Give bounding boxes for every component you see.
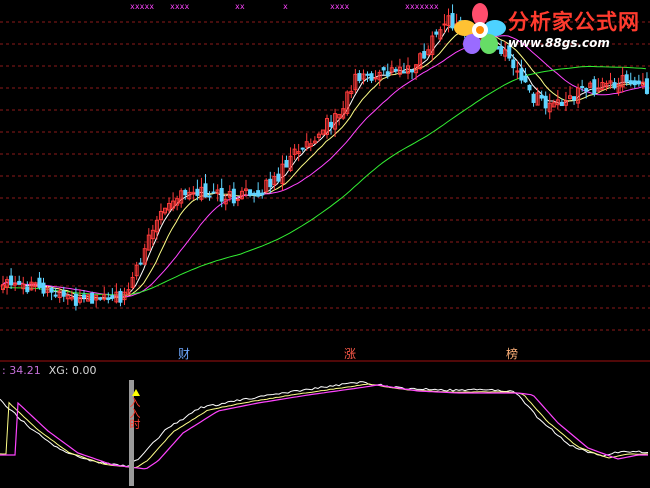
top-marker: xx xyxy=(235,2,245,11)
xg-label: XG: xyxy=(48,364,69,377)
candle-body xyxy=(632,80,637,86)
candle-body xyxy=(98,297,103,300)
ma20-line xyxy=(1,35,646,298)
candle-body xyxy=(393,68,398,72)
indicator-panel xyxy=(0,380,649,486)
candle-body xyxy=(260,192,265,196)
moving-average-lines xyxy=(1,23,647,301)
candle-body xyxy=(511,59,516,69)
candle-body xyxy=(82,294,86,299)
top-marker: xxxxxxx xyxy=(405,2,439,11)
candle-body xyxy=(195,188,200,196)
candle-body xyxy=(252,192,257,196)
candle-body xyxy=(636,80,641,85)
candle-body xyxy=(329,121,334,128)
ma10-line xyxy=(1,27,647,300)
candle-body xyxy=(624,74,629,82)
candle-body xyxy=(17,280,22,285)
top-marker: xxxx xyxy=(170,2,189,11)
candle-body xyxy=(41,282,46,294)
event-label-zhang: 涨 xyxy=(344,347,357,361)
candle-body xyxy=(53,294,58,297)
candle-body xyxy=(37,277,42,288)
candle-body xyxy=(422,51,427,59)
price-chart[interactable]: xxxxx xxxx xx x xxxx xxxxxxx xyxy=(0,0,650,488)
candle-body xyxy=(110,295,115,299)
candle-body xyxy=(385,71,390,77)
indicator-yellow-line xyxy=(0,383,649,469)
candle-body xyxy=(410,69,415,73)
top-marker-row: xxxxx xxxx xx x xxxx xxxxxxx xyxy=(130,2,439,11)
candle-body xyxy=(584,87,589,92)
xg-value: 0.00 xyxy=(71,364,97,377)
candle-body xyxy=(25,286,30,293)
candle-body xyxy=(527,84,532,91)
candle-body xyxy=(231,188,236,204)
candle-body xyxy=(531,93,536,103)
candle-body xyxy=(207,195,212,198)
candle-body xyxy=(276,173,281,182)
indicator-magenta-line xyxy=(0,384,648,470)
candle-body xyxy=(401,71,406,74)
candle-body xyxy=(219,187,224,202)
candle-body xyxy=(523,75,528,83)
candle-body xyxy=(138,262,143,265)
candle-body xyxy=(9,275,14,286)
candle-body xyxy=(106,297,111,301)
candle-body xyxy=(365,73,370,76)
indicator-value: : 34.21 xyxy=(2,364,41,377)
flower-logo-icon xyxy=(454,3,506,54)
candle-body xyxy=(628,80,633,85)
candle-body xyxy=(519,68,524,81)
candle-body xyxy=(61,290,66,297)
candle-body xyxy=(90,292,95,304)
price-grid xyxy=(0,21,650,331)
watermark-title: 分析家公式网 xyxy=(508,10,640,34)
top-marker: xxxxx xyxy=(130,2,154,11)
candle-body xyxy=(300,147,305,150)
candle-body xyxy=(539,94,544,99)
candle-body xyxy=(49,287,54,293)
top-marker: xxxx xyxy=(330,2,349,11)
candle-body xyxy=(235,198,240,201)
candle-body xyxy=(373,77,378,80)
indicator-readout: : 34.21 XG: 0.00 xyxy=(2,364,96,377)
candle-body xyxy=(118,290,123,303)
candlestick-series xyxy=(1,4,649,311)
candle-body xyxy=(543,95,548,109)
candle-body xyxy=(592,79,597,95)
candle-body xyxy=(644,78,649,94)
candle-body xyxy=(203,183,208,198)
candle-body xyxy=(572,96,577,101)
stock-chart-window: xxxxx xxxx xx x xxxx xxxxxxx 分析家公式网 www.88gs.… xyxy=(0,0,650,488)
candle-body xyxy=(256,190,261,197)
buy-signal-label: 入 入 时 xyxy=(129,396,141,431)
ma5-line xyxy=(1,23,647,301)
candle-body xyxy=(612,82,617,89)
watermark-url: www.88gs.com xyxy=(508,36,610,50)
candle-body xyxy=(73,293,78,306)
top-marker: x xyxy=(283,2,288,11)
candle-body xyxy=(357,73,362,82)
candle-body xyxy=(381,67,386,71)
candle-body xyxy=(211,191,216,194)
candle-body xyxy=(248,189,253,196)
candle-body xyxy=(559,101,564,107)
candle-body xyxy=(268,178,273,188)
candle-body xyxy=(369,73,374,81)
event-label-bang: 榜 xyxy=(506,347,519,361)
candle-body xyxy=(434,31,439,35)
candle-body xyxy=(580,86,585,89)
event-label-cai: 财 xyxy=(178,347,191,361)
candle-body xyxy=(183,189,188,196)
candle-body xyxy=(284,159,289,168)
